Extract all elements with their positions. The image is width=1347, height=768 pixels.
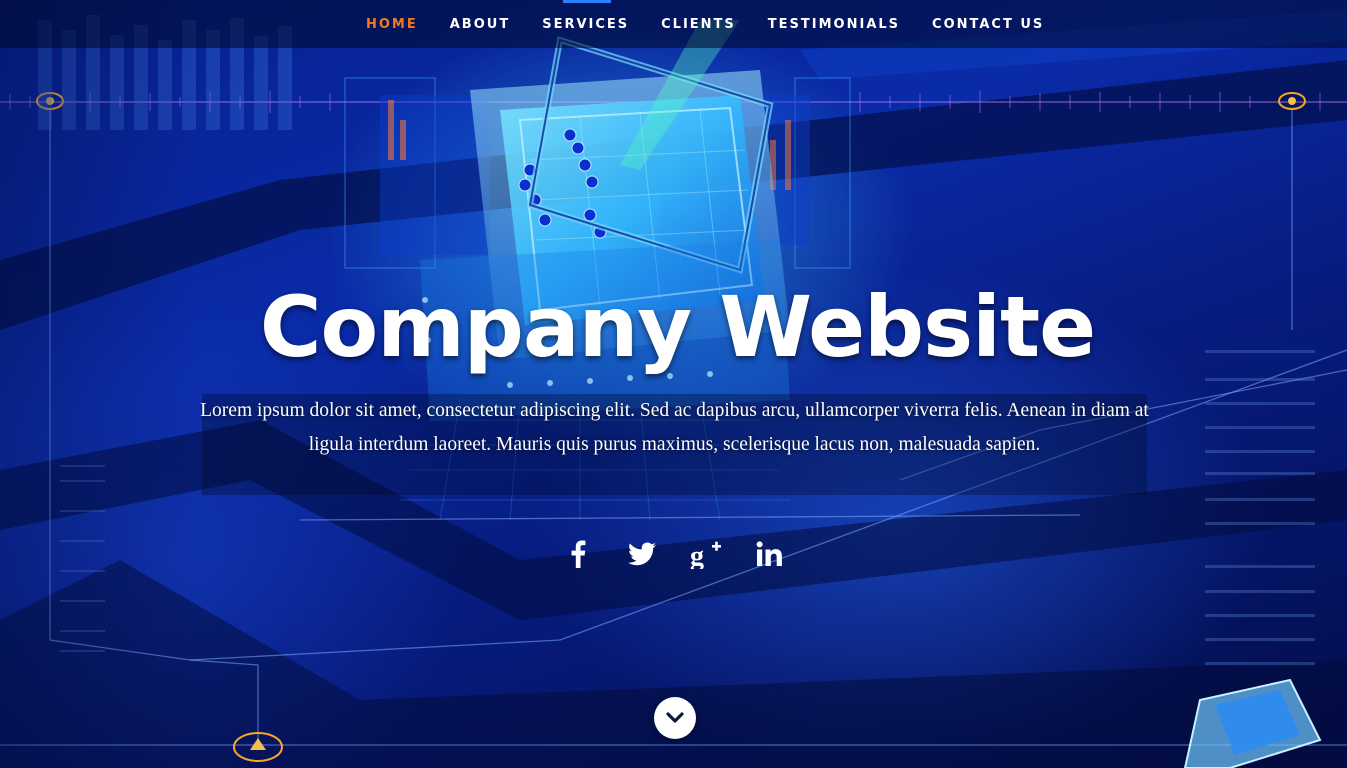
nav-item-services[interactable]: SERVICES [526, 17, 645, 32]
twitter-icon[interactable] [622, 534, 662, 574]
background-tech-illustration [0, 0, 1347, 768]
hero-title: Company Website [259, 278, 1096, 376]
social-links: g [558, 532, 790, 576]
top-navbar: HOME ABOUT SERVICES CLIENTS TESTIMONIALS… [0, 0, 1347, 48]
nav-item-clients[interactable]: CLIENTS [645, 17, 752, 32]
nav-item-contact-us[interactable]: CONTACT US [916, 17, 1060, 32]
scroll-down-button[interactable] [654, 697, 696, 739]
nav-item-about[interactable]: ABOUT [434, 17, 526, 32]
svg-text:g: g [690, 541, 704, 569]
nav-menu: HOME ABOUT SERVICES CLIENTS TESTIMONIALS… [350, 0, 1060, 48]
hero-section: HOME ABOUT SERVICES CLIENTS TESTIMONIALS… [0, 0, 1347, 768]
facebook-icon[interactable] [558, 534, 598, 574]
hero-description: Lorem ipsum dolor sit amet, consectetur … [200, 400, 1149, 455]
nav-item-testimonials[interactable]: TESTIMONIALS [752, 17, 916, 32]
google-plus-icon[interactable]: g [686, 534, 726, 574]
nav-item-home[interactable]: HOME [350, 17, 434, 32]
chevron-down-icon [666, 712, 684, 723]
linkedin-icon[interactable] [750, 534, 790, 574]
